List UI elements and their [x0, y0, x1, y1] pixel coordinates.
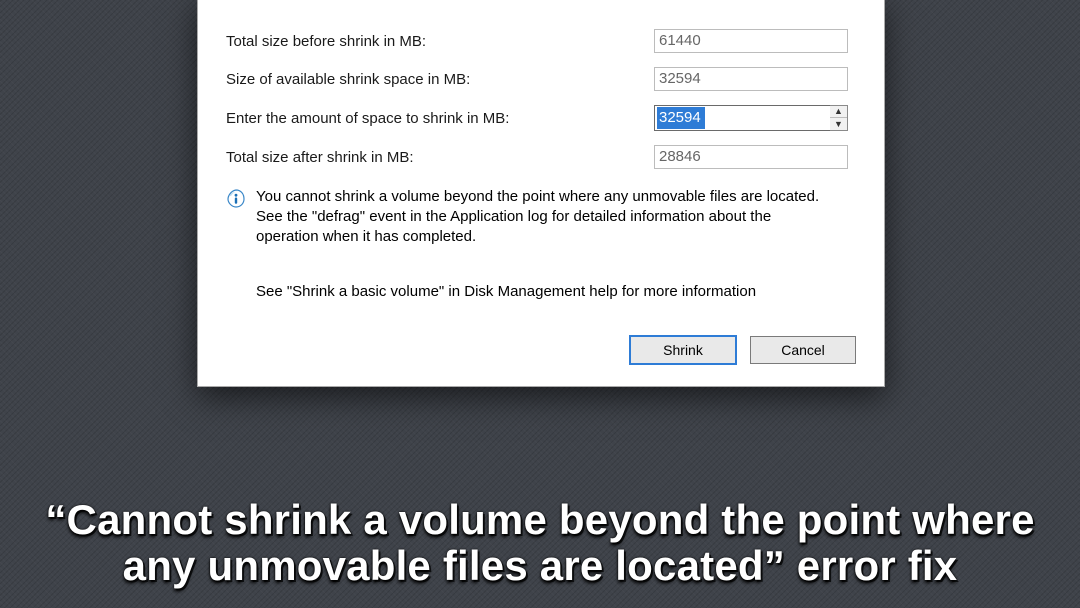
row-enter-amount: Enter the amount of space to shrink in M… [226, 105, 856, 131]
dialog-buttons: Shrink Cancel [226, 336, 856, 364]
value-total-before: 61440 [654, 29, 848, 53]
spinner-up-button[interactable]: ▲ [830, 106, 847, 118]
video-caption: “Cannot shrink a volume beyond the point… [0, 497, 1080, 588]
caption-line-2: any unmovable files are located” error f… [123, 542, 958, 589]
row-total-before: Total size before shrink in MB: 61440 [226, 29, 856, 53]
row-available: Size of available shrink space in MB: 32… [226, 67, 856, 91]
spinner-down-button[interactable]: ▼ [830, 118, 847, 130]
value-total-after: 28846 [654, 145, 848, 169]
shrink-button[interactable]: Shrink [630, 336, 736, 364]
shrink-volume-dialog: Total size before shrink in MB: 61440 Si… [197, 0, 885, 387]
row-total-after: Total size after shrink in MB: 28846 [226, 145, 856, 169]
shrink-amount-input[interactable]: 32594 [654, 105, 831, 131]
info-icon [226, 189, 246, 209]
shrink-amount-value: 32594 [657, 107, 705, 129]
info-text: You cannot shrink a volume beyond the po… [256, 187, 836, 247]
info-block: You cannot shrink a volume beyond the po… [226, 187, 856, 247]
label-enter-amount: Enter the amount of space to shrink in M… [226, 110, 654, 127]
value-available: 32594 [654, 67, 848, 91]
label-total-after: Total size after shrink in MB: [226, 149, 654, 166]
shrink-amount-spinner: ▲ ▼ [830, 105, 848, 131]
label-available: Size of available shrink space in MB: [226, 71, 654, 88]
caption-line-1: “Cannot shrink a volume beyond the point… [45, 496, 1034, 543]
help-text: See "Shrink a basic volume" in Disk Mana… [256, 283, 856, 300]
label-total-before: Total size before shrink in MB: [226, 33, 654, 50]
cancel-button[interactable]: Cancel [750, 336, 856, 364]
